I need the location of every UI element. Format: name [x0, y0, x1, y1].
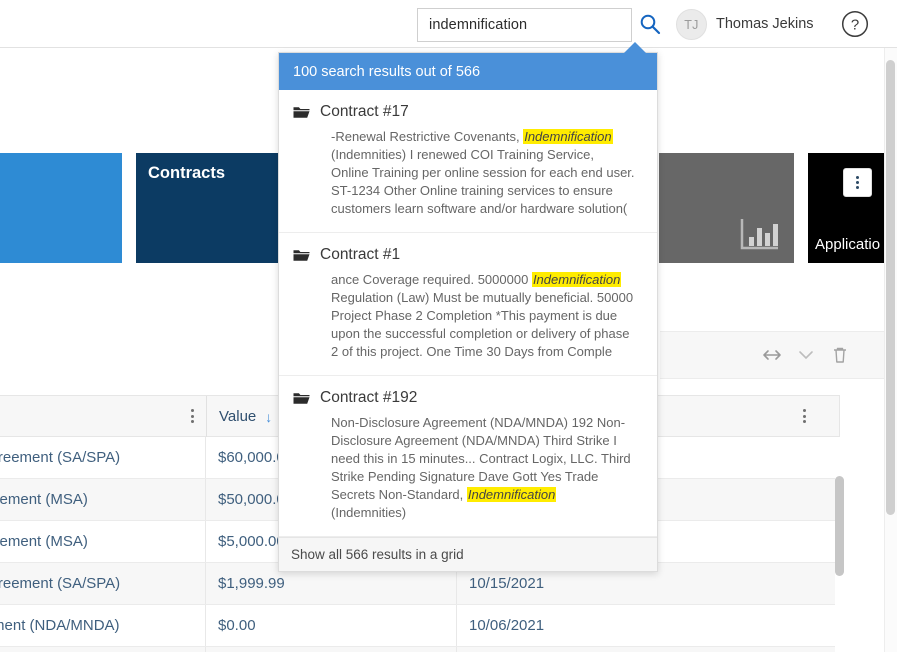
search-result-title: Contract #192: [320, 389, 418, 406]
search-results-header: 100 search results out of 566: [279, 53, 657, 90]
search-input-value: indemnification: [429, 17, 528, 33]
page-scrollbar-thumb[interactable]: [886, 60, 895, 515]
cell-type: ase Agreement (SA/SPA): [0, 437, 206, 478]
trash-icon[interactable]: [830, 345, 850, 365]
search-input[interactable]: indemnification: [417, 8, 632, 42]
snippet-highlight: Indemnification: [466, 487, 557, 502]
table-row[interactable]: Agreement (NDA/MNDA) $0.00 10/06/2021: [0, 605, 840, 647]
app-root: s Contracts Applicatio: [0, 0, 897, 652]
column-menu-icon[interactable]: [191, 409, 194, 423]
search-result-title-row: Contract #17: [293, 103, 639, 121]
avatar[interactable]: TJ: [676, 9, 707, 40]
horizontal-resize-icon[interactable]: [762, 345, 782, 365]
search-result-item[interactable]: Contract #17 -Renewal Restrictive Covena…: [279, 90, 657, 233]
svg-text:?: ?: [851, 17, 859, 34]
cell-type: ase Agreement (SA/SPA): [0, 563, 206, 604]
search-result-item[interactable]: Contract #192 Non-Disclosure Agreement (…: [279, 376, 657, 537]
cell-type: Agreement (NDA/MNDA): [0, 605, 206, 646]
search-results-dropdown: 100 search results out of 566 Contract #…: [278, 52, 658, 572]
cell-type: s) Agreement (MSA): [0, 479, 206, 520]
search-icon[interactable]: [639, 13, 661, 35]
folder-icon: [293, 105, 310, 119]
snippet-text: Regulation (Law) Must be mutually benefi…: [331, 290, 634, 359]
cell-value: $0.00: [206, 605, 457, 646]
vertical-kebab-icon: [856, 176, 859, 189]
top-bar: indemnification TJ Thomas Jekins ?: [0, 0, 897, 48]
search-result-title-row: Contract #1: [293, 246, 639, 264]
snippet-text: ance Coverage required. 5000000: [331, 272, 532, 287]
column-menu-icon-date[interactable]: [803, 409, 806, 423]
table-scrollbar-thumb[interactable]: [835, 476, 844, 576]
search-result-snippet: -Renewal Restrictive Covenants, Indemnif…: [293, 128, 639, 218]
search-result-title-row: Contract #192: [293, 389, 639, 407]
tile-applications-title: Applicatio: [815, 236, 881, 253]
tile-reports[interactable]: [659, 153, 794, 263]
chevron-down-icon[interactable]: [796, 345, 816, 365]
column-header-type[interactable]: [0, 396, 207, 437]
question-mark-icon[interactable]: ?: [841, 10, 869, 38]
tile-add-new[interactable]: s: [0, 153, 122, 263]
search-result-snippet: ance Coverage required. 5000000 Indemnif…: [293, 271, 639, 361]
search-result-title: Contract #17: [320, 103, 409, 120]
table-row[interactable]: [0, 647, 840, 652]
user-name[interactable]: Thomas Jekins: [716, 16, 814, 32]
search-result-snippet: Non-Disclosure Agreement (NDA/MNDA) 192 …: [293, 414, 639, 522]
bar-chart-icon: [740, 219, 778, 250]
cell-date: [457, 647, 820, 652]
cell-type: s) Agreement (MSA): [0, 521, 206, 562]
column-header-value-label: Value: [219, 408, 257, 425]
folder-icon: [293, 248, 310, 262]
snippet-text: (Indemnities) I renewed COI Training Ser…: [331, 147, 635, 216]
show-all-results-link[interactable]: Show all 566 results in a grid: [279, 537, 657, 571]
snippet-highlight: Indemnification: [531, 272, 622, 287]
snippet-highlight: Indemnification: [523, 129, 613, 144]
folder-icon: [293, 391, 310, 405]
tile-contracts-title: Contracts: [148, 164, 226, 182]
cell-value: [206, 647, 457, 652]
cell-type: [0, 647, 206, 652]
cell-date: 10/06/2021: [469, 617, 545, 634]
sort-descending-icon[interactable]: ↓: [265, 409, 272, 425]
snippet-text: -Renewal Restrictive Covenants,: [331, 129, 524, 144]
snippet-text: (Indemnities): [331, 505, 407, 520]
search-result-item[interactable]: Contract #1 ance Coverage required. 5000…: [279, 233, 657, 376]
row-toolbar: [660, 331, 884, 379]
search-result-title: Contract #1: [320, 246, 401, 263]
dropdown-caret: [624, 42, 646, 53]
avatar-initials: TJ: [684, 17, 699, 32]
tile-options-button[interactable]: [843, 168, 872, 197]
